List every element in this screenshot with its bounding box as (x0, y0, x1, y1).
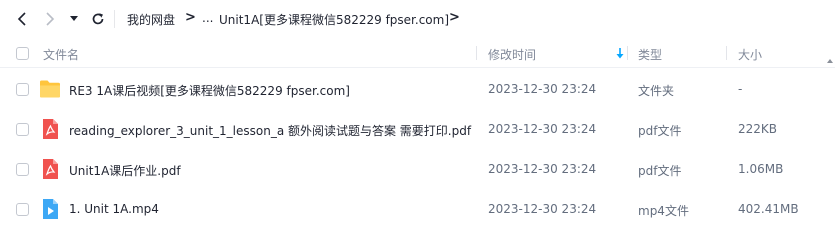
file-size: 402.41MB (738, 202, 799, 216)
row-checkbox[interactable] (16, 83, 29, 96)
breadcrumb-current: Unit1A[更多课程微信582229 fpser.com] (219, 13, 450, 27)
file-modified: 2023-12-30 23:24 (488, 162, 597, 176)
row-checkbox[interactable] (16, 163, 29, 176)
file-table-header: 文件名 修改时间 类型 大小 (0, 38, 835, 68)
file-size: - (738, 82, 743, 96)
sort-down-arrow-icon[interactable] (615, 48, 625, 60)
header-size[interactable]: 大小 (738, 46, 762, 63)
header-type[interactable]: 类型 (638, 46, 662, 63)
breadcrumb-separator-end: > (449, 10, 460, 25)
refresh-button[interactable] (88, 9, 108, 29)
file-name[interactable]: Unit1A课后作业.pdf (69, 162, 181, 179)
header-filename[interactable]: 文件名 (43, 46, 79, 63)
top-bar: 我的网盘 > ... Unit1A[更多课程微信582229 fpser.com… (0, 0, 835, 38)
breadcrumb-ellipsis[interactable]: ... (202, 11, 213, 25)
refresh-icon (92, 13, 104, 25)
table-row[interactable]: Unit1A课后作业.pdf 2023-12-30 23:24 pdf文件 1.… (0, 149, 835, 189)
scroll-up-arrow-icon[interactable] (825, 18, 835, 28)
pdf-icon (43, 119, 58, 139)
forward-button[interactable] (40, 9, 60, 29)
file-type: 文件夹 (638, 84, 675, 98)
row-checkbox[interactable] (16, 203, 29, 216)
file-name[interactable]: 1. Unit 1A.mp4 (69, 202, 159, 216)
row-checkbox[interactable] (16, 123, 29, 136)
file-type: pdf文件 (638, 124, 682, 138)
scroll-up-icon[interactable] (825, 56, 835, 66)
file-modified: 2023-12-30 23:24 (488, 82, 597, 96)
column-divider[interactable] (476, 46, 477, 60)
file-type: mp4文件 (638, 204, 689, 218)
breadcrumb-root[interactable]: 我的网盘 (127, 11, 175, 28)
header-modified[interactable]: 修改时间 (488, 46, 536, 63)
folder-icon (40, 80, 60, 98)
back-button[interactable] (12, 9, 32, 29)
table-row[interactable]: RE3 1A课后视频[更多课程微信582229 fpser.com] 2023-… (0, 69, 835, 109)
video-icon (43, 199, 58, 219)
pdf-icon (43, 159, 58, 179)
chevron-left-icon (17, 12, 26, 26)
chevron-right-icon (46, 12, 55, 26)
file-modified: 2023-12-30 23:24 (488, 202, 597, 216)
file-size: 1.06MB (738, 162, 784, 176)
table-row[interactable]: reading_explorer_3_unit_1_lesson_a 额外阅读试… (0, 109, 835, 149)
select-all-checkbox[interactable] (16, 47, 29, 60)
toolbar-divider (114, 10, 115, 28)
caret-down-icon (70, 16, 78, 21)
file-modified: 2023-12-30 23:24 (488, 122, 597, 136)
table-row[interactable]: 1. Unit 1A.mp4 2023-12-30 23:24 mp4文件 40… (0, 189, 835, 229)
file-type: pdf文件 (638, 164, 682, 178)
breadcrumb-separator: > (185, 10, 196, 25)
column-divider[interactable] (726, 46, 727, 60)
vertical-scrollbar[interactable] (825, 38, 835, 244)
file-size: 222KB (738, 122, 778, 136)
column-divider[interactable] (627, 46, 628, 60)
history-dropdown-button[interactable] (67, 9, 81, 29)
file-name[interactable]: reading_explorer_3_unit_1_lesson_a 额外阅读试… (69, 122, 471, 139)
file-name[interactable]: RE3 1A课后视频[更多课程微信582229 fpser.com] (69, 82, 350, 99)
